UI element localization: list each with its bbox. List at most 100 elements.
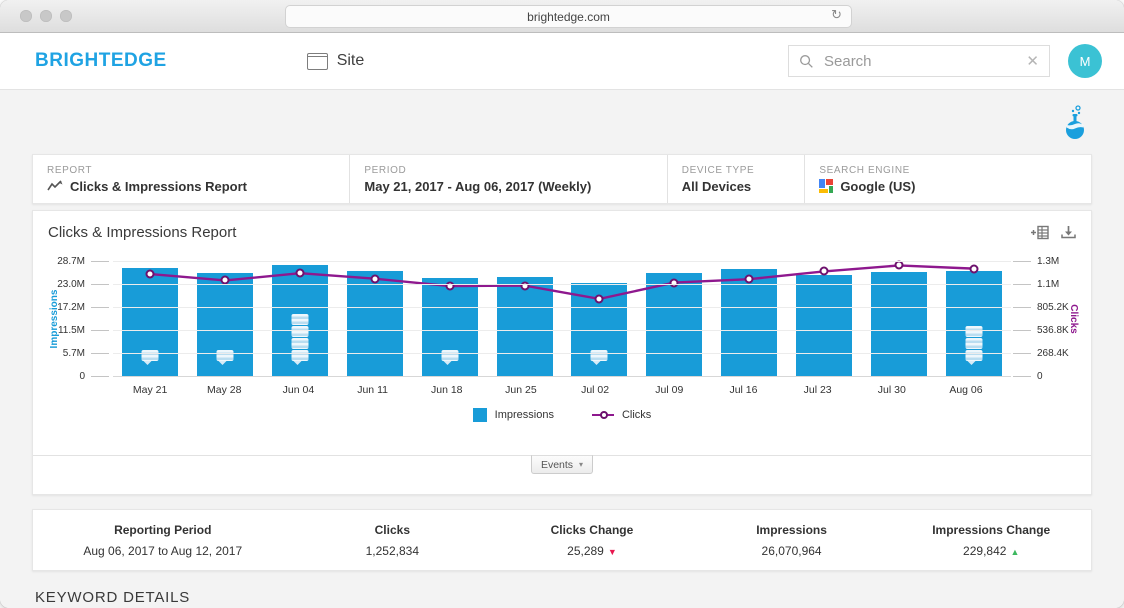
tick-mark	[1013, 353, 1031, 354]
clicks-point-jul-16[interactable]	[745, 275, 754, 284]
url-text: brightedge.com	[527, 10, 610, 24]
x-axis-labels: May 21May 28Jun 04Jun 11Jun 18Jun 25Jul …	[109, 384, 1007, 396]
summary-reporting-period: Aug 06, 2017 to Aug 12, 2017	[33, 544, 293, 558]
summary-impressions: 26,070,964	[692, 544, 892, 558]
keyword-details-title: KEYWORD DETAILS	[35, 589, 1124, 606]
right-axis-tick-label: 1.3M	[1037, 256, 1059, 267]
filter-report-label: REPORT	[47, 165, 335, 176]
right-axis-tick-label: 805.2K	[1037, 302, 1069, 313]
summary-col-reporting-period: Reporting Period	[33, 523, 293, 537]
browser-window: brightedge.com ↻ BRIGHTEDGE Site ✕ M	[0, 0, 1124, 608]
add-to-dashboard-icon[interactable]	[1031, 225, 1049, 240]
left-axis-tick-label: 11.5M	[58, 325, 85, 336]
legend-item-clicks[interactable]: Clicks	[592, 409, 651, 421]
down-triangle-icon: ▼	[608, 547, 617, 557]
close-window-button[interactable]	[20, 10, 32, 22]
filter-device-type-value: All Devices	[682, 179, 751, 194]
summary-col-clicks-change: Clicks Change	[492, 523, 692, 537]
up-triangle-icon: ▲	[1010, 547, 1019, 557]
browser-chrome: brightedge.com ↻	[0, 0, 1124, 33]
x-axis-label: Jun 18	[410, 384, 484, 396]
filter-report[interactable]: REPORT Clicks & Impressions Report	[33, 155, 350, 203]
search-input[interactable]	[822, 52, 1026, 71]
page-content: REPORT Clicks & Impressions Report PERIO…	[0, 90, 1124, 608]
legend-label: Impressions	[495, 409, 554, 421]
tick-mark	[1013, 376, 1031, 377]
tool-row	[0, 90, 1124, 154]
gridline	[113, 330, 1011, 331]
gridline	[113, 307, 1011, 308]
tick-mark	[91, 330, 109, 331]
clicks-point-jul-09[interactable]	[670, 278, 679, 287]
download-icon[interactable]	[1061, 225, 1076, 240]
tick-mark	[1013, 307, 1031, 308]
chevron-down-icon: ▾	[579, 460, 583, 469]
clicks-point-may-21[interactable]	[146, 270, 155, 279]
tick-mark	[91, 353, 109, 354]
legend-item-impressions[interactable]: Impressions	[473, 408, 554, 422]
summary-header-row: Reporting Period Clicks Clicks Change Im…	[33, 523, 1091, 537]
url-bar[interactable]: brightedge.com ↻	[285, 5, 852, 28]
filter-device-type-label: DEVICE TYPE	[682, 165, 791, 176]
summary-col-impressions-change: Impressions Change	[891, 523, 1091, 537]
x-axis-label: Jul 02	[558, 384, 632, 396]
right-axis-title: Clicks	[1068, 304, 1079, 333]
left-axis-tick-label: 5.7M	[63, 348, 85, 359]
clicks-point-jun-18[interactable]	[445, 282, 454, 291]
x-axis-label: Jun 04	[261, 384, 335, 396]
summary-table: Reporting Period Clicks Clicks Change Im…	[32, 509, 1092, 571]
right-axis-tick-label: 1.1M	[1037, 279, 1059, 290]
x-axis-label: Jul 30	[855, 384, 929, 396]
site-menu[interactable]: Site	[307, 52, 365, 70]
left-y-axis: Impressions 28.7M23.0M17.2M11.5M5.7M0	[37, 261, 113, 376]
chart-title: Clicks & Impressions Report	[48, 224, 236, 241]
x-axis-label: May 21	[113, 384, 187, 396]
summary-col-clicks: Clicks	[293, 523, 493, 537]
clicks-point-jul-30[interactable]	[894, 261, 903, 270]
tick-mark	[91, 261, 109, 262]
brand-logo: BRIGHTEDGE	[35, 50, 167, 72]
clicks-point-jun-25[interactable]	[520, 281, 529, 290]
site-window-icon	[307, 53, 328, 70]
maximize-window-button[interactable]	[60, 10, 72, 22]
clicks-point-jul-23[interactable]	[819, 267, 828, 276]
summary-clicks-change: 25,289▼	[492, 544, 692, 558]
site-menu-label: Site	[337, 52, 365, 70]
reload-icon[interactable]: ↻	[831, 7, 842, 23]
legend-label: Clicks	[622, 409, 651, 421]
filter-period[interactable]: PERIOD May 21, 2017 - Aug 06, 2017 (Week…	[350, 155, 667, 203]
plot-area	[113, 261, 1011, 376]
filter-period-value: May 21, 2017 - Aug 06, 2017 (Weekly)	[364, 179, 591, 194]
right-axis-tick-label: 536.8K	[1037, 325, 1069, 336]
filter-search-engine[interactable]: SEARCH ENGINE Google (US)	[805, 155, 1091, 203]
x-axis-label: Jul 09	[632, 384, 706, 396]
x-axis-label: Jun 25	[484, 384, 558, 396]
x-axis-label: Jul 23	[781, 384, 855, 396]
summary-impressions-change: 229,842▲	[891, 544, 1091, 558]
events-button[interactable]: Events ▾	[531, 455, 593, 474]
search-icon	[799, 54, 814, 69]
clear-search-icon[interactable]: ✕	[1026, 52, 1039, 70]
clicks-point-jun-11[interactable]	[370, 274, 379, 283]
clicks-point-jul-02[interactable]	[595, 294, 604, 303]
minimize-window-button[interactable]	[40, 10, 52, 22]
left-axis-title: Impressions	[49, 289, 60, 348]
chart-card: Clicks & Impressions Report	[32, 210, 1092, 495]
clicks-point-aug-06[interactable]	[969, 264, 978, 273]
x-axis-label: Aug 06	[929, 384, 1003, 396]
tick-mark	[91, 307, 109, 308]
report-chart-icon	[47, 180, 63, 192]
events-strip: Events ▾	[33, 455, 1091, 494]
x-axis-label: Jul 16	[706, 384, 780, 396]
filter-bar: REPORT Clicks & Impressions Report PERIO…	[32, 154, 1092, 204]
clicks-point-jun-04[interactable]	[296, 269, 305, 278]
right-axis-tick-label: 0	[1037, 371, 1043, 382]
legend-clicks-swatch	[592, 414, 614, 416]
tick-mark	[1013, 284, 1031, 285]
filter-period-label: PERIOD	[364, 165, 652, 176]
filter-search-engine-label: SEARCH ENGINE	[819, 165, 1077, 176]
filter-device-type[interactable]: DEVICE TYPE All Devices	[668, 155, 806, 203]
user-avatar[interactable]: M	[1068, 44, 1102, 78]
x-axis-label: Jun 11	[336, 384, 410, 396]
labs-flask-icon[interactable]	[1062, 104, 1088, 140]
